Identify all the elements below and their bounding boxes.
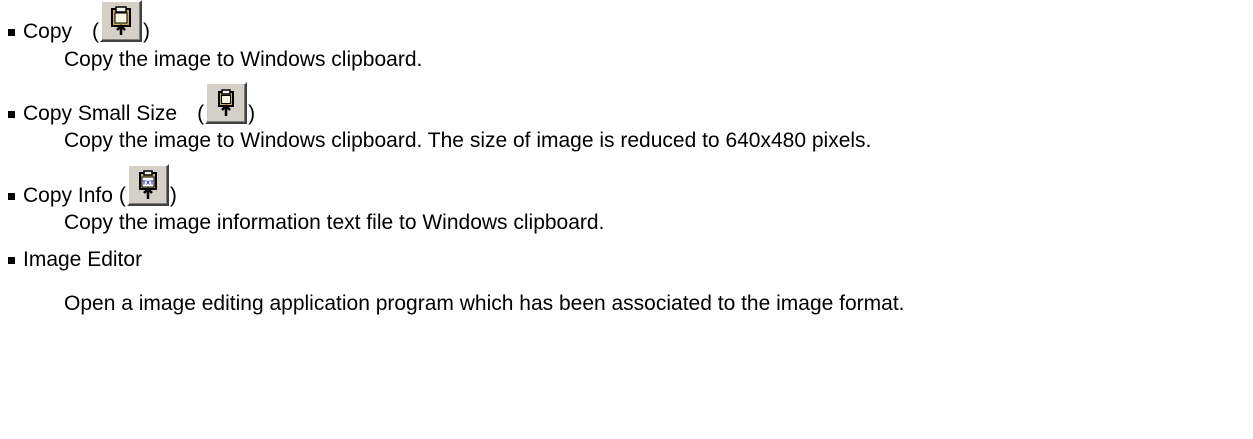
txt-label: TXT	[142, 181, 154, 187]
clipboard-copy-info-icon[interactable]: TXT	[126, 164, 169, 206]
paren-close: )	[248, 102, 256, 125]
bullet-marker	[8, 111, 15, 118]
copy-info-item-heading: Copy Info ( TXT )	[8, 164, 177, 208]
copy-small-size-title: Copy Small Size	[23, 102, 178, 125]
image-editor-item-heading: Image Editor	[8, 248, 142, 272]
paren-close: )	[143, 20, 151, 43]
paren-open: (	[92, 20, 100, 43]
paren-open: (	[197, 102, 205, 125]
bullet-marker	[8, 29, 15, 36]
image-editor-description: Open a image editing application program…	[64, 292, 905, 315]
copy-info-description: Copy the image information text file to …	[64, 211, 605, 234]
copy-item-heading: Copy ( )	[8, 0, 150, 44]
bullet-marker	[8, 257, 15, 264]
clipboard-copy-icon[interactable]	[100, 0, 143, 42]
copy-title: Copy	[23, 20, 73, 43]
copy-small-size-description: Copy the image to Windows clipboard. The…	[64, 129, 872, 152]
copy-description: Copy the image to Windows clipboard.	[64, 48, 423, 71]
copy-info-title: Copy Info	[23, 184, 113, 207]
bullet-marker	[8, 193, 15, 200]
paren-open: (	[118, 184, 126, 207]
paren-close: )	[169, 184, 177, 207]
clipboard-copy-small-icon[interactable]	[205, 82, 248, 124]
copy-small-size-item-heading: Copy Small Size ( )	[8, 82, 255, 126]
image-editor-title: Image Editor	[23, 248, 143, 271]
